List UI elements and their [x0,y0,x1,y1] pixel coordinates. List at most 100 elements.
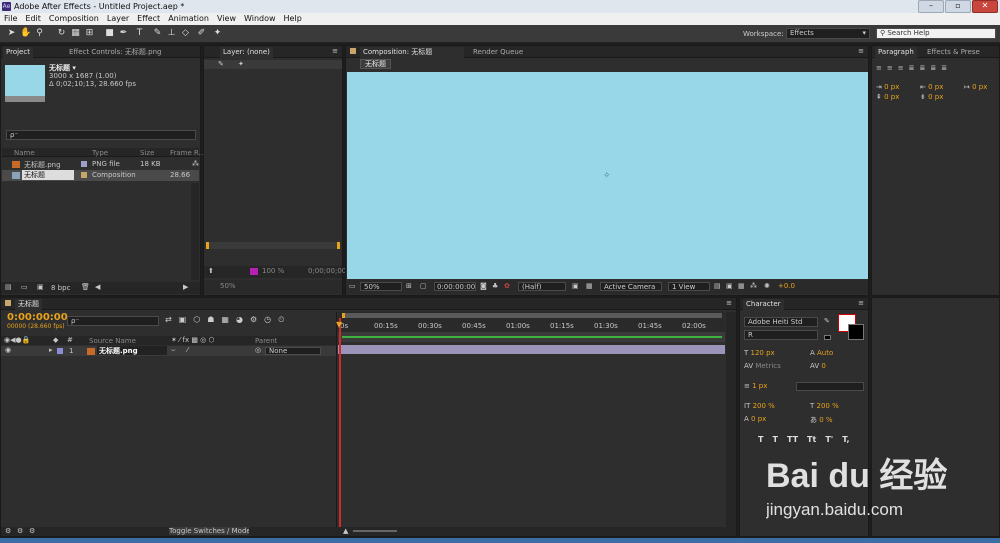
parent-pickwhip-icon[interactable]: ◎ [255,346,261,354]
list-item[interactable]: 无标题.png PNG file 18 KB ⁂ [2,159,199,170]
pin-icon[interactable]: ✦ [238,60,244,68]
menu-window[interactable]: Window [240,13,280,25]
tab-render-queue[interactable]: Render Queue [470,47,526,58]
tsume-value[interactable]: 0 % [819,416,832,424]
tab-composition[interactable]: Composition: 无标题 [360,47,464,58]
fit-icon[interactable]: ⊞ [406,282,412,290]
current-time-indicator[interactable] [339,318,341,532]
kerning-field[interactable]: AV Metrics [744,362,781,370]
layer-time[interactable]: 0;00;00;00 [308,267,346,275]
layer-percent[interactable]: 100 % [262,267,284,275]
timeline-scrollbar[interactable] [726,312,736,532]
project-search-input[interactable]: ρ⁻ [6,130,196,140]
selection-tool-icon[interactable]: ➤ [6,28,17,39]
font-size-field[interactable]: T 120 px [744,349,775,357]
hide-shy-layers-icon[interactable]: ☗ [207,315,214,327]
panel-menu-icon[interactable]: ≡ [858,299,864,307]
tab-paragraph[interactable]: Paragraph [875,47,917,58]
transparency-grid-icon[interactable]: ▦ [586,282,593,290]
project-scrollbar[interactable] [191,183,199,280]
graph-editor-icon[interactable]: ◷ [264,315,271,327]
label-column-icon[interactable]: ◆ [53,336,58,344]
subscript-icon[interactable]: T, [842,435,849,445]
brush-tool-icon[interactable]: ✎ [152,28,163,39]
type-tool-icon[interactable]: T [134,28,145,39]
faux-bold-icon[interactable]: T [758,435,763,445]
font-size-value[interactable]: 120 px [751,349,775,357]
current-time-field[interactable]: 0:00:00:00 [434,282,476,291]
in-point-icon[interactable]: ⬆ [208,267,214,275]
menu-help[interactable]: Help [280,13,306,25]
draft-3d-icon[interactable]: ⬡ [193,315,200,327]
menu-animation[interactable]: Animation [164,13,213,25]
menu-composition[interactable]: Composition [45,13,103,25]
brush-icon[interactable]: ✎ [218,60,224,68]
table-row[interactable]: ◉ ▸ 1 无标题.png ⌣ ⁄ ◎ None [1,346,336,356]
stroke-style-dropdown[interactable] [796,382,864,391]
tab-layer[interactable]: Layer: (none) [220,47,273,58]
quality-switch-icon[interactable]: ⁄ [187,346,188,354]
interpret-footage-icon[interactable]: ▤ [5,283,12,291]
kerning-value[interactable]: Metrics [755,362,780,370]
trash-icon[interactable]: 🗑 [81,283,90,291]
region-of-interest-icon[interactable]: ▣ [572,282,579,290]
camera-dropdown[interactable]: Active Camera [600,282,662,291]
tab-timeline-comp[interactable]: 无标题 [15,299,42,310]
puppet-tool-icon[interactable]: ✦ [212,28,223,39]
tracking-field[interactable]: AV 0 [810,362,826,370]
vertical-scale-value[interactable]: 200 % [753,402,775,410]
first-line-indent-value[interactable]: 0 px [972,83,987,91]
black-swatch[interactable] [824,335,831,340]
flowchart-icon[interactable]: ⁂ [750,282,757,290]
faux-italic-icon[interactable]: T [772,435,777,445]
parent-header[interactable]: Parent [255,337,277,345]
label-color-swatch[interactable] [57,348,63,354]
workspace-dropdown[interactable]: Effects ▾ [786,28,870,39]
tab-effect-controls[interactable]: Effect Controls: 无标题.png [66,47,172,58]
toggle-layer-switches-icon[interactable]: ⚙ [5,527,11,535]
tracking-value[interactable]: 0 [821,362,825,370]
comp-breadcrumb[interactable]: 无标题 [360,59,391,69]
space-after-field[interactable]: ⇟ 0 px [920,93,943,101]
leading-value[interactable]: Auto [817,349,833,357]
font-family-dropdown[interactable]: Adobe Heiti Std [744,317,818,327]
timeline-timecode[interactable]: 0:00:00:00 [7,312,68,323]
panel-menu-icon[interactable]: ≡ [858,47,864,55]
space-after-value[interactable]: 0 px [928,93,943,101]
indent-right-field[interactable]: ⇤ 0 px [920,83,943,91]
flowchart-icon[interactable]: ⁂ [192,160,199,168]
clone-stamp-tool-icon[interactable]: ⊥ [166,28,177,39]
layer-zoom[interactable]: 50% [220,282,236,290]
label-color-swatch[interactable] [81,172,87,178]
new-composition-icon[interactable]: ▣ [37,283,44,291]
tab-character[interactable]: Character [743,299,784,310]
toggle-switches-modes-button[interactable]: Toggle Switches / Modes [169,527,249,535]
work-area-bar[interactable] [342,313,722,318]
expand-twirl-icon[interactable]: ▸ [49,346,53,354]
menu-edit[interactable]: Edit [21,13,45,25]
layer-time-bar[interactable] [206,242,340,249]
exposure-value[interactable]: +0.0 [778,282,795,290]
indent-left-field[interactable]: ⇥ 0 px [876,83,899,91]
superscript-icon[interactable]: T' [825,435,833,445]
justify-right-icon[interactable]: ≣ [930,64,936,74]
justify-center-icon[interactable]: ≣ [920,64,926,74]
horizontal-scale-value[interactable]: 200 % [817,402,839,410]
switches-header-icons[interactable]: ✶ ⁄ fx ▩ ◎ ⬡ [171,336,215,344]
pan-behind-tool-icon[interactable]: ⊞ [84,28,95,39]
eraser-tool-icon[interactable]: ◇ [180,28,191,39]
number-column-icon[interactable]: # [67,336,73,344]
timeline-search-input[interactable]: ρ⁻ [67,316,159,326]
shy-switch-icon[interactable]: ⌣ [171,346,176,355]
column-frame-rate[interactable]: Frame R... [170,149,205,157]
pen-tool-icon[interactable]: ✒ [118,28,129,39]
menu-layer[interactable]: Layer [103,13,133,25]
channel-icon[interactable]: ✿ [504,282,510,290]
rectangle-tool-icon[interactable]: ■ [104,28,115,39]
menu-file[interactable]: File [0,13,21,25]
source-name-header[interactable]: Source Name [89,337,136,345]
parent-dropdown[interactable]: None [265,347,321,355]
zoom-dropdown[interactable]: 50% [360,282,402,291]
column-size[interactable]: Size [140,149,154,157]
scroll-left-icon[interactable]: ◀ [95,283,100,291]
